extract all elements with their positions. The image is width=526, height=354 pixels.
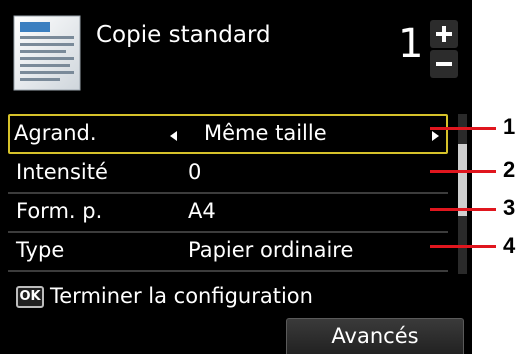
copy-mode-title: Copie standard [96, 22, 271, 48]
setting-label: Intensité [16, 160, 108, 184]
setting-value: Papier ordinaire [188, 238, 354, 262]
setting-row-agrand[interactable]: Agrand. Même taille [8, 114, 448, 154]
arrow-right-icon[interactable] [432, 131, 439, 141]
callout-number-3: 3 [503, 195, 516, 220]
arrow-left-icon[interactable] [170, 131, 177, 141]
setting-label: Agrand. [14, 121, 97, 145]
callout-number-1: 1 [503, 114, 516, 139]
setting-label: Form. p. [16, 199, 103, 223]
setting-value: A4 [188, 199, 216, 223]
scrollbar[interactable] [458, 114, 467, 274]
callout-line-2 [430, 170, 496, 173]
copies-count: 1 [398, 21, 424, 67]
ok-hint-text: Terminer la configuration [50, 284, 313, 308]
setting-row-intensite[interactable]: Intensité 0 [8, 156, 448, 194]
setting-value: 0 [188, 160, 202, 184]
callout-line-3 [430, 208, 496, 211]
callout-number-2: 2 [503, 157, 516, 182]
plus-minus-stepper-icon[interactable] [430, 20, 458, 78]
document-icon [13, 15, 81, 91]
setting-value: Même taille [204, 121, 327, 145]
ok-key-icon: OK [16, 286, 44, 308]
scrollbar-thumb[interactable] [458, 144, 467, 216]
setting-row-type[interactable]: Type Papier ordinaire [8, 234, 448, 272]
setting-row-format-papier[interactable]: Form. p. A4 [8, 195, 448, 233]
callout-number-4: 4 [503, 233, 516, 258]
printer-lcd-screen: Copie standard 1 Agrand. Même taille Int… [0, 0, 472, 354]
callout-line-4 [430, 245, 496, 248]
setting-label: Type [16, 238, 65, 262]
callout-line-1 [430, 127, 496, 130]
avances-button[interactable]: Avancés [286, 318, 464, 354]
